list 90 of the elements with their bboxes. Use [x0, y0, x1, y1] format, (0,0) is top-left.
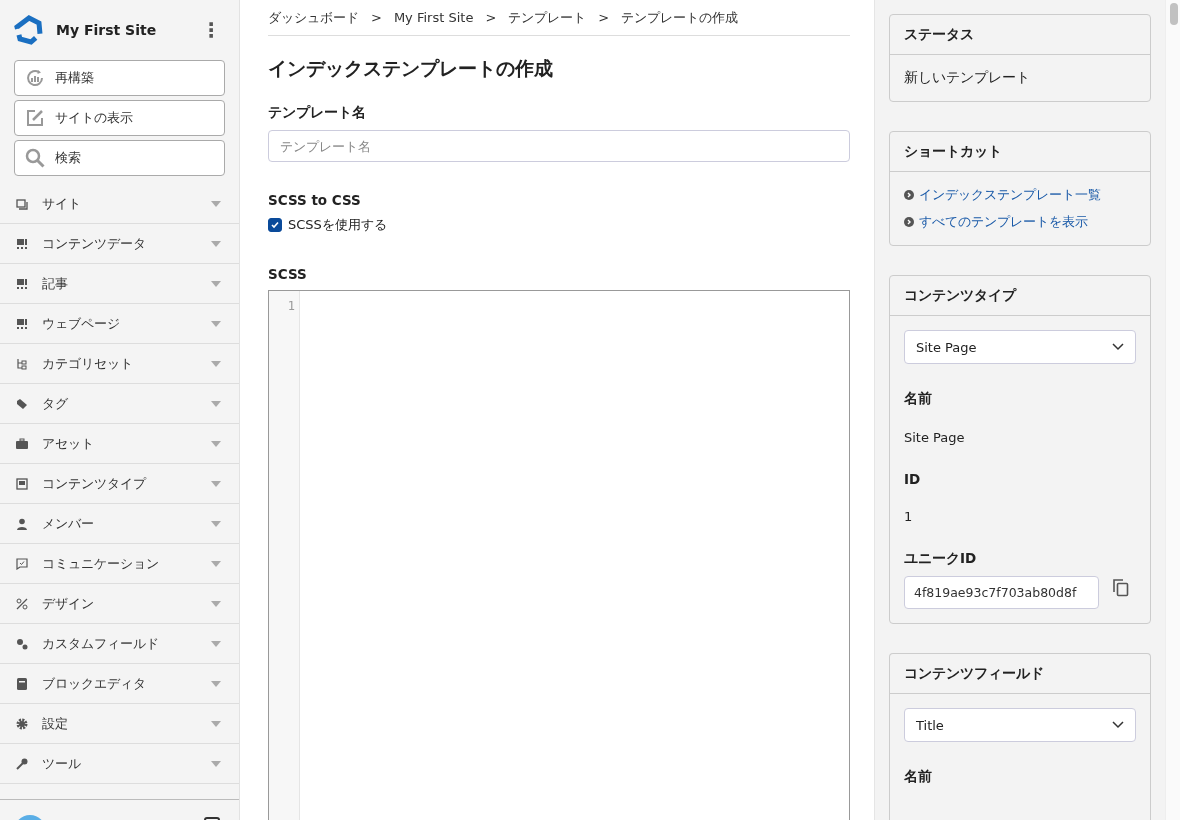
field-label: SCSS to CSS [268, 192, 362, 208]
caret-icon [211, 440, 221, 447]
grid-icon [16, 277, 28, 290]
tree-icon [16, 357, 28, 370]
action-button[interactable]: 検索 [14, 140, 225, 176]
field-label: ユニークID [904, 550, 978, 568]
nav-item[interactable]: アセット [0, 424, 239, 464]
user-icon [16, 517, 28, 530]
search-icon [25, 148, 45, 168]
nav-item[interactable]: タグ [0, 384, 239, 424]
shortcut-link[interactable]: すべてのテンプレートを表示 [919, 213, 1088, 231]
gear-icon [16, 717, 28, 730]
wrench-icon [16, 757, 28, 770]
breadcrumb-link[interactable]: テンプレート [508, 8, 587, 27]
logo-icon [14, 15, 44, 45]
nav-item[interactable]: 設定 [0, 704, 239, 744]
nav-item[interactable]: ブロックエディタ [0, 664, 239, 704]
scrollbar-thumb[interactable] [1169, 3, 1178, 25]
unique-id-field[interactable]: 4f819ae93c7f703ab80d8f [904, 576, 1099, 609]
content-type-select[interactable]: Site Page [904, 330, 1136, 364]
rebuild-icon [25, 68, 45, 88]
site-name[interactable]: My First Site [56, 22, 185, 38]
caret-icon [211, 720, 221, 727]
caret-icon [211, 200, 221, 207]
line-number: 1 [286, 299, 296, 313]
nav-item[interactable]: 記事 [0, 264, 239, 304]
caret-icon [211, 640, 221, 647]
checkmark-icon [270, 220, 280, 230]
breadcrumb-separator: > [485, 10, 497, 25]
arrow-bullet-icon [904, 190, 914, 200]
chevron-down-icon [1112, 343, 1124, 351]
tag-icon [16, 397, 28, 410]
caret-icon [211, 320, 221, 327]
caret-icon [211, 480, 221, 487]
arrow-bullet-icon [904, 217, 914, 227]
caret-icon [211, 520, 221, 527]
nav-item[interactable]: コンテンツタイプ [0, 464, 239, 504]
status-text: 新しいテンプレート [904, 69, 1031, 87]
page-title: インデックステンプレートの作成 [268, 56, 554, 81]
nav-item[interactable]: カテゴリセット [0, 344, 239, 384]
card-title: ショートカット [890, 132, 1150, 172]
gears-icon [16, 637, 28, 650]
breadcrumb-link[interactable]: ダッシュボード [268, 8, 359, 27]
card-title: ステータス [890, 15, 1150, 55]
caret-icon [211, 560, 221, 567]
caret-icon [211, 280, 221, 287]
card-title: コンテンツタイプ [890, 276, 1150, 316]
field-label: テンプレート名 [268, 104, 367, 122]
action-button[interactable]: サイトの表示 [14, 100, 225, 136]
breadcrumb-current: テンプレートの作成 [621, 8, 739, 27]
caret-icon [211, 240, 221, 247]
grid-icon [16, 237, 28, 250]
breadcrumb-separator: > [598, 10, 610, 25]
nav-item[interactable]: ウェブページ [0, 304, 239, 344]
case-icon [16, 437, 28, 450]
nav-item[interactable]: サイト [0, 184, 239, 224]
field-value: 1 [904, 509, 914, 524]
site-icon [16, 197, 28, 210]
template-name-field[interactable]: テンプレート名 [268, 130, 850, 162]
shortcut-link[interactable]: インデックステンプレート一覧 [919, 186, 1101, 204]
design-icon [16, 597, 28, 610]
checkbox[interactable] [268, 218, 282, 232]
action-button[interactable]: 再構築 [14, 60, 225, 96]
grid-icon [16, 317, 28, 330]
field-label: 名前 [904, 390, 933, 408]
nav-item[interactable]: メンバー [0, 504, 239, 544]
chat-icon [16, 557, 28, 570]
nav-item[interactable]: カスタムフィールド [0, 624, 239, 664]
card-title: コンテンツフィールド [890, 654, 1150, 694]
edit-icon [25, 108, 45, 128]
field-value: Site Page [904, 430, 966, 445]
caret-icon [211, 400, 221, 407]
nav-item[interactable]: コミュニケーション [0, 544, 239, 584]
caret-icon [211, 360, 221, 367]
caret-icon [211, 760, 221, 767]
breadcrumb-separator: > [371, 10, 382, 25]
content-field-select[interactable]: Title [904, 708, 1136, 742]
copy-icon[interactable] [1113, 578, 1129, 597]
caret-icon [211, 600, 221, 607]
menu-button[interactable]: ⋮ [197, 18, 225, 42]
checkbox-label[interactable]: SCSSを使用する [288, 216, 387, 234]
caret-icon [211, 680, 221, 687]
field-label: ID [904, 471, 922, 487]
nav-item[interactable]: ツール [0, 744, 239, 784]
field-label: SCSS [268, 266, 308, 282]
nav-item[interactable]: デザイン [0, 584, 239, 624]
nav-item[interactable]: コンテンツデータ [0, 224, 239, 264]
field-label: 名前 [904, 768, 933, 786]
chevron-down-icon [1112, 721, 1124, 729]
breadcrumb-link[interactable]: My First Site [393, 10, 474, 25]
